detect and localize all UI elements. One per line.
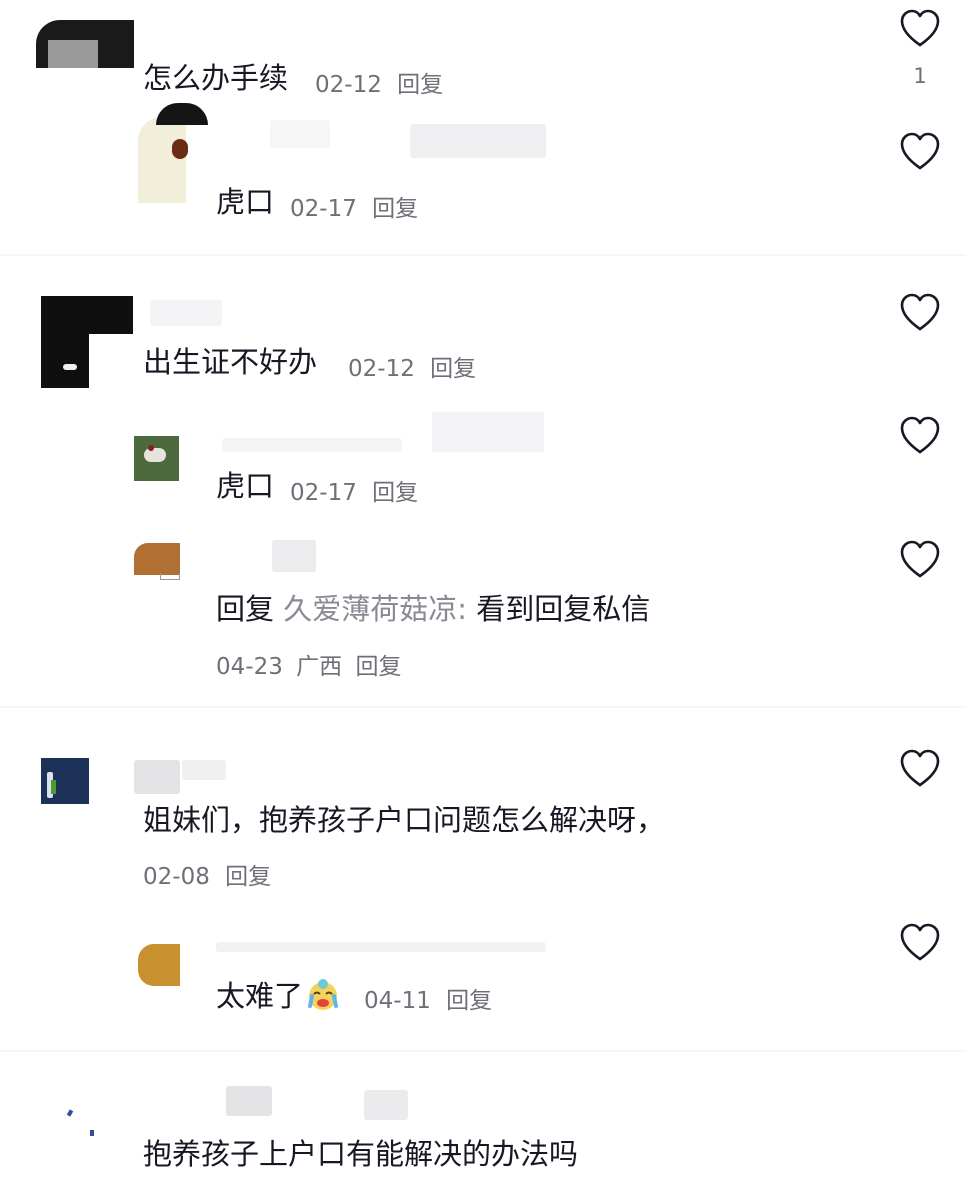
comment-text: 回复 久爱薄荷菇凉: 看到回复私信 <box>216 591 650 627</box>
reply-button[interactable]: 回复 <box>397 72 443 98</box>
reply-button[interactable]: 回复 <box>430 356 476 382</box>
heart-outline-icon <box>900 416 940 454</box>
comment-meta: 02-17 回复 <box>290 473 418 507</box>
like-button[interactable] <box>897 6 943 52</box>
comment-date: 02-12 <box>315 72 382 98</box>
comment-location: 广西 <box>296 654 343 680</box>
like-button[interactable] <box>897 413 943 459</box>
avatar[interactable] <box>60 1100 104 1144</box>
comment-text: 怎么办手续 <box>143 61 289 95</box>
username <box>222 438 402 452</box>
username <box>226 1086 272 1116</box>
username <box>150 300 222 326</box>
reply-button[interactable]: 回复 <box>225 864 271 890</box>
like-button[interactable] <box>897 537 943 583</box>
heart-outline-icon <box>900 293 940 331</box>
reply-message: 看到回复私信 <box>476 592 651 626</box>
comment-date: 02-17 <box>290 480 357 506</box>
comment-text: 姐妹们，抱养孩子户口问题怎么解决呀， <box>143 803 666 837</box>
avatar[interactable] <box>134 543 180 581</box>
username <box>216 942 546 952</box>
divider <box>0 706 966 708</box>
like-button[interactable] <box>897 129 943 175</box>
like-button[interactable] <box>897 920 943 966</box>
comment-text: 虎口 <box>216 185 275 219</box>
reply-button[interactable]: 回复 <box>446 988 492 1014</box>
comment-meta: 02-12 回复 <box>348 349 476 383</box>
username-secondary <box>410 124 546 158</box>
comment-text: 出生证不好办 <box>143 345 318 379</box>
comment-meta: 04-11 回复 <box>364 981 492 1015</box>
username-secondary <box>432 412 544 452</box>
avatar[interactable] <box>41 296 133 388</box>
reply-text: 太难了 <box>216 979 304 1013</box>
avatar[interactable] <box>138 103 208 203</box>
heart-outline-icon <box>900 132 940 170</box>
avatar[interactable] <box>41 758 89 804</box>
username <box>134 760 180 794</box>
comment-text: 虎口 <box>216 469 275 503</box>
comment-text: 抱养孩子上户口有能解决的办法吗 <box>143 1137 579 1171</box>
heart-outline-icon <box>900 9 940 47</box>
comment-meta: 02-17 回复 <box>290 189 418 223</box>
reply-target-user[interactable]: 久爱薄荷菇凉: <box>283 592 467 626</box>
avatar[interactable] <box>138 944 180 986</box>
heart-outline-icon <box>900 923 940 961</box>
heart-outline-icon <box>900 749 940 787</box>
like-count: 1 <box>913 64 927 88</box>
heart-outline-icon <box>900 540 940 578</box>
comment-date: 04-23 <box>216 654 283 680</box>
username-secondary <box>364 1090 408 1120</box>
divider <box>0 1050 966 1052</box>
comment-meta: 02-08 回复 <box>143 857 271 891</box>
reply-button[interactable]: 回复 <box>372 196 418 222</box>
comment-meta: 04-23 广西 回复 <box>216 647 401 681</box>
avatar[interactable] <box>36 20 134 68</box>
avatar[interactable] <box>134 436 179 481</box>
like-button[interactable] <box>897 290 943 336</box>
comment-date: 02-08 <box>143 864 210 890</box>
like-button[interactable] <box>897 746 943 792</box>
comment-date: 04-11 <box>364 988 431 1014</box>
crying-face-emoji <box>308 979 339 1010</box>
comment-meta: 02-12 回复 <box>315 65 443 99</box>
reply-button[interactable]: 回复 <box>355 654 401 680</box>
username-secondary <box>182 760 226 780</box>
reply-prefix: 回复 <box>216 592 275 626</box>
comment-text: 太难了 <box>216 976 343 1014</box>
comment-date: 02-17 <box>290 196 357 222</box>
reply-button[interactable]: 回复 <box>372 480 418 506</box>
divider <box>0 254 966 256</box>
comment-date: 02-12 <box>348 356 415 382</box>
username <box>272 540 316 572</box>
username <box>270 120 330 148</box>
